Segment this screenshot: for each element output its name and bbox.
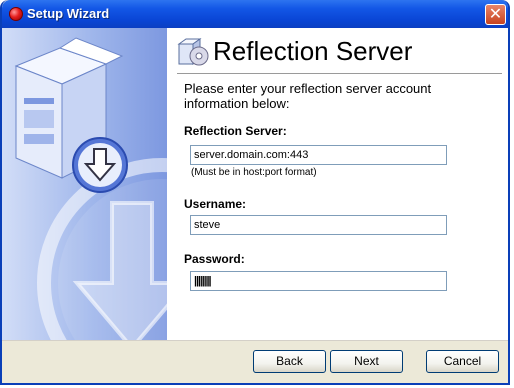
server-input[interactable] — [190, 145, 447, 165]
server-format-hint: (Must be in host:port format) — [191, 167, 317, 178]
title-bar[interactable]: Setup Wizard ✕ — [2, 0, 508, 28]
server-install-icon — [177, 38, 209, 66]
password-input[interactable] — [190, 271, 447, 291]
install-box-illustration — [14, 37, 167, 340]
username-input[interactable] — [190, 215, 447, 235]
password-label: Password: — [184, 252, 245, 266]
username-label: Username: — [184, 197, 247, 211]
cancel-button[interactable]: Cancel — [426, 350, 499, 373]
button-bar: Back Next Cancel — [2, 340, 508, 383]
intro-text: Please enter your reflection server acco… — [184, 81, 432, 111]
server-label: Reflection Server: — [184, 124, 287, 138]
back-button[interactable]: Back — [253, 350, 326, 373]
wizard-side-banner — [2, 28, 167, 340]
header-divider — [177, 73, 502, 74]
next-button[interactable]: Next — [330, 350, 403, 373]
app-icon — [9, 7, 23, 21]
page-title: Reflection Server — [213, 36, 413, 66]
close-icon: ✕ — [488, 4, 503, 23]
setup-wizard-window: Setup Wizard ✕ Reflection Server Please … — [0, 0, 510, 385]
wizard-content: Reflection Server Please enter your refl… — [167, 28, 508, 340]
close-button[interactable]: ✕ — [485, 4, 506, 25]
window-title: Setup Wizard — [27, 6, 110, 21]
